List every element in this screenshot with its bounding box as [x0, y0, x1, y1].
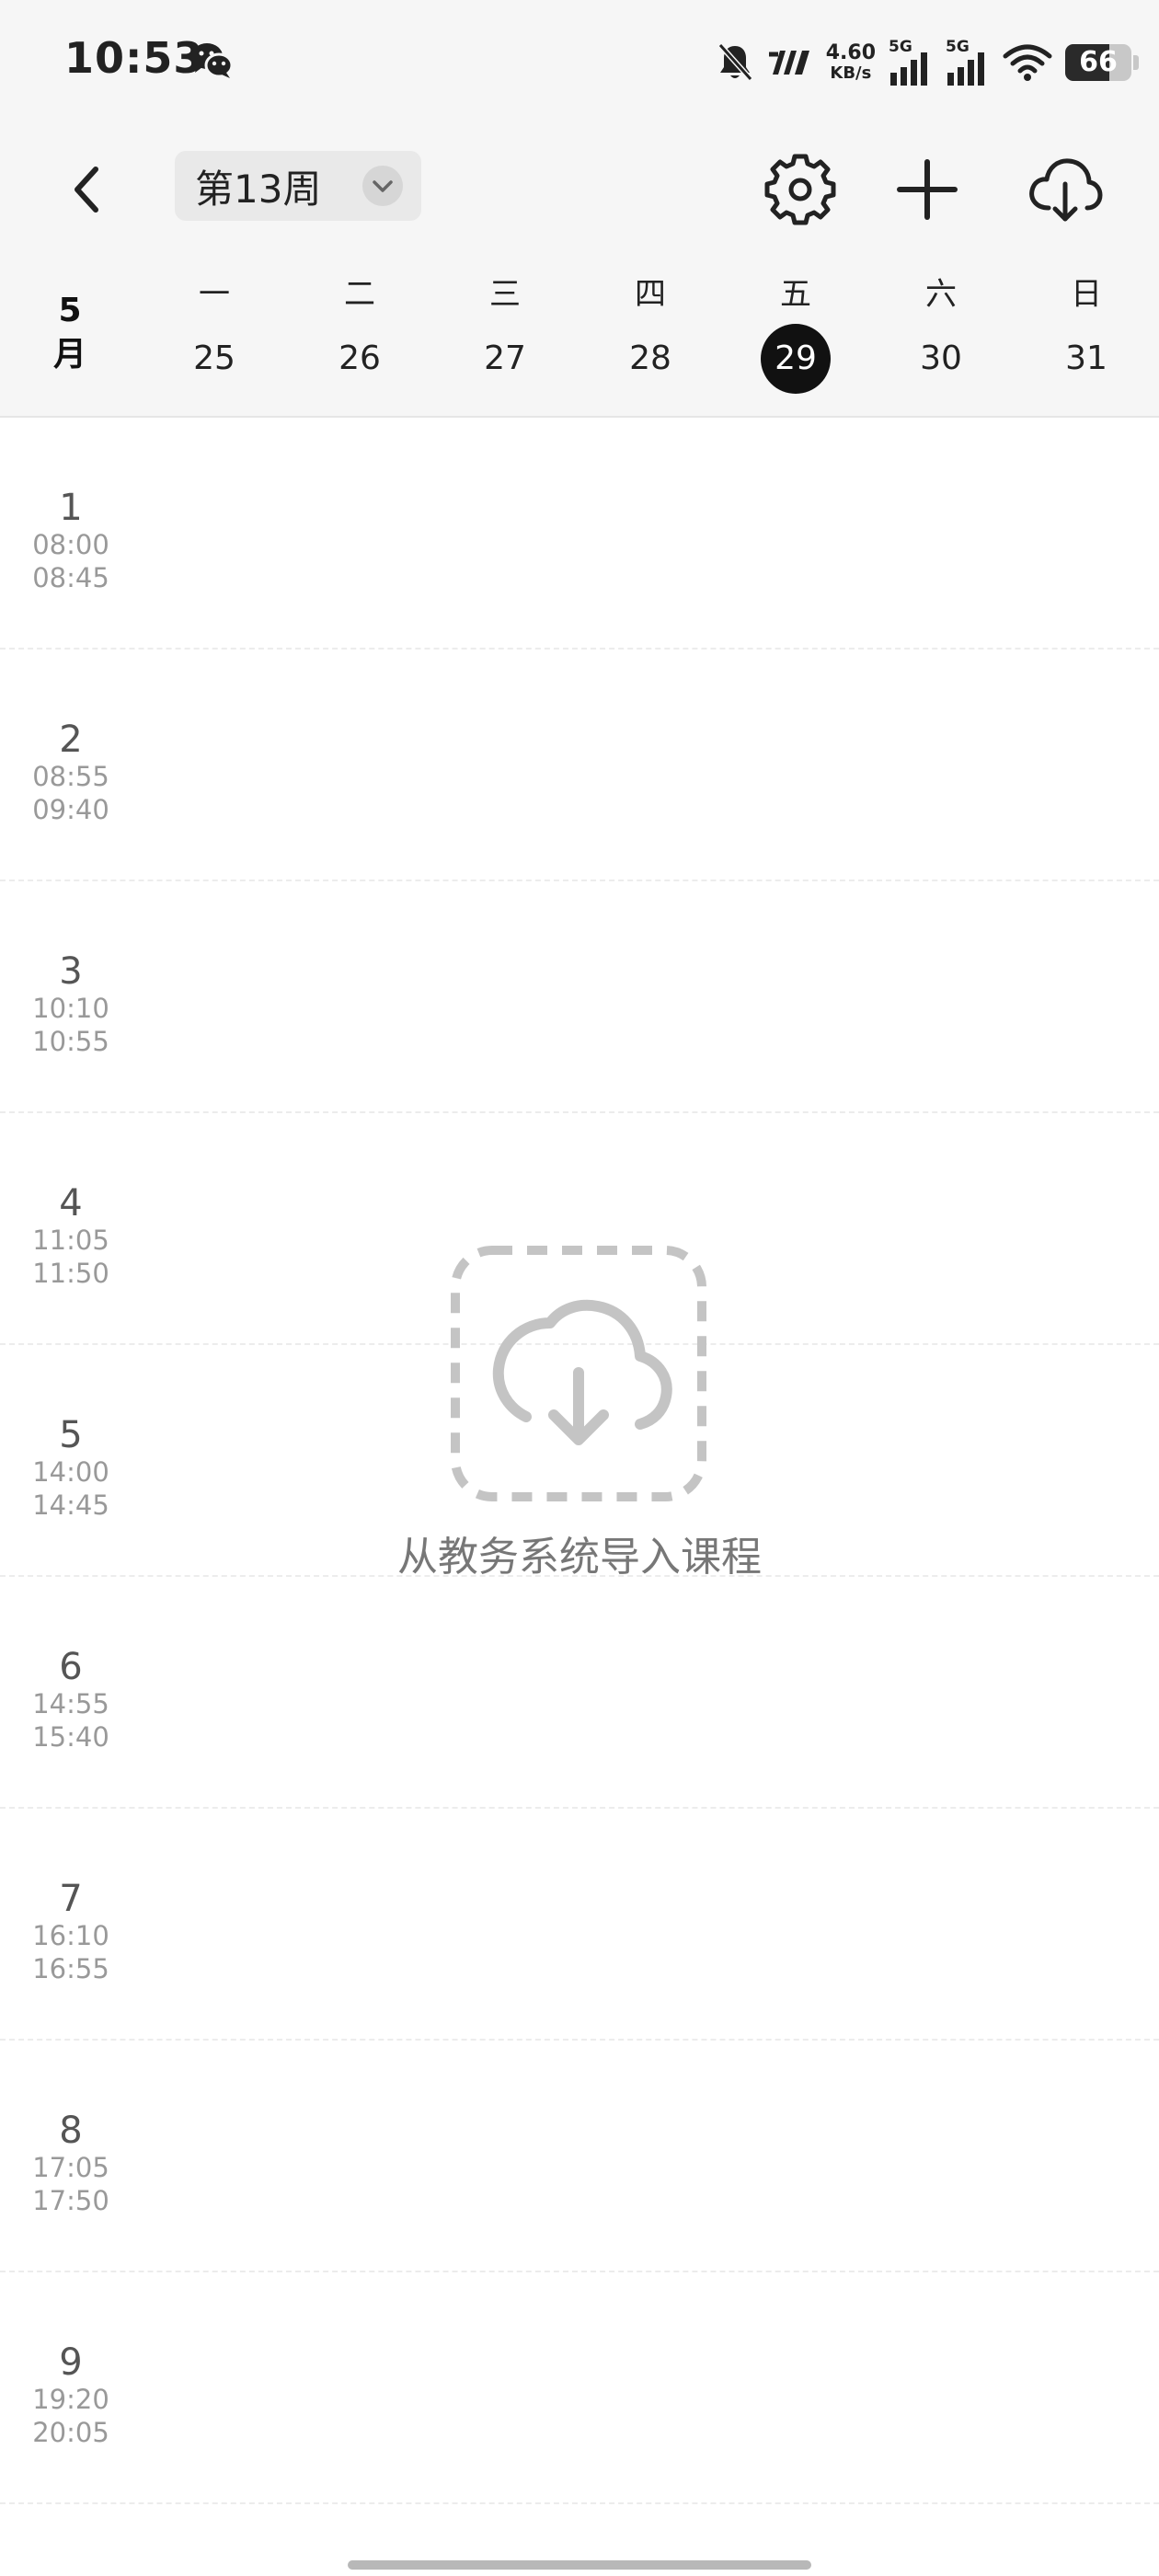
- plus-icon[interactable]: [889, 151, 966, 228]
- day-column-sat[interactable]: 六 30: [890, 267, 992, 394]
- date-label: 28: [629, 339, 671, 377]
- period-label: 8 17:05 17:50: [17, 2110, 125, 2217]
- top-panel: 10:53 4.60 KB/s 5G 5G 66 第13周 5 月 一 25 二…: [0, 0, 1159, 418]
- net-speed: 4.60 KB/s: [826, 43, 876, 82]
- period-label: 6 14:55 15:40: [17, 1647, 125, 1754]
- home-indicator[interactable]: [348, 2560, 811, 2570]
- app-header: 第13周: [0, 138, 1159, 239]
- sim2-label: 5G: [946, 38, 970, 56]
- period-label: 3 10:10 10:55: [17, 951, 125, 1058]
- chevron-down-icon: [362, 166, 403, 206]
- period-row-8[interactable]: 8 17:05 17:50: [0, 2041, 1159, 2272]
- month-label: 5 月: [28, 289, 112, 377]
- cloud-download-icon[interactable]: [1027, 151, 1104, 228]
- day-column-thu[interactable]: 四 28: [600, 267, 701, 394]
- period-start: 08:55: [32, 761, 109, 792]
- sim1-signal: 5G: [889, 40, 933, 86]
- period-number: 4: [59, 1182, 83, 1225]
- period-number: 1: [59, 487, 83, 529]
- today-date-label: 29: [761, 324, 831, 394]
- period-number: 3: [59, 950, 83, 993]
- battery-level: 66: [1079, 46, 1118, 78]
- weekday-label: 二: [344, 276, 375, 313]
- period-start: 16:10: [32, 1920, 109, 1951]
- period-end: 10:55: [32, 1026, 109, 1057]
- weekday-label: 六: [925, 276, 957, 313]
- period-label: 7 16:10 16:55: [17, 1879, 125, 1985]
- month-number: 5: [58, 292, 82, 329]
- cloud-download-icon[interactable]: [451, 1246, 706, 1501]
- period-row-6[interactable]: 6 14:55 15:40: [0, 1577, 1159, 1809]
- date-label: 27: [484, 339, 526, 377]
- weekday-label: 日: [1071, 276, 1102, 313]
- period-row-7[interactable]: 7 16:10 16:55: [0, 1809, 1159, 2041]
- net-speed-unit: KB/s: [830, 63, 872, 83]
- battery-icon: 66: [1065, 44, 1131, 81]
- import-empty-state[interactable]: 从教务系统导入课程: [0, 1233, 1159, 1592]
- weekday-label: 三: [489, 276, 521, 313]
- week-selector[interactable]: 第13周: [175, 151, 421, 221]
- period-end: 20:05: [32, 2417, 109, 2448]
- period-end: 09:40: [32, 794, 109, 825]
- period-label: 1 08:00 08:45: [17, 488, 125, 594]
- gear-icon[interactable]: [762, 151, 839, 228]
- period-start: 14:55: [32, 1688, 109, 1719]
- period-start: 10:10: [32, 993, 109, 1024]
- date-label: 30: [920, 339, 962, 377]
- period-number: 9: [59, 2341, 83, 2384]
- weekday-label: 一: [199, 276, 230, 313]
- status-bar: 10:53 4.60 KB/s 5G 5G 66: [0, 0, 1159, 129]
- period-label: 2 08:55 09:40: [17, 719, 125, 826]
- wechat-icon: [191, 43, 234, 78]
- week-strip: 5 月 一 25 二 26 三 27 四 28 五 29 六 30 日 31: [0, 267, 1159, 396]
- date-label: 26: [339, 339, 381, 377]
- weekday-label: 五: [780, 276, 811, 313]
- status-time: 10:53: [64, 33, 204, 83]
- date-label: 25: [193, 339, 235, 377]
- wifi-icon: [1003, 44, 1052, 81]
- period-start: 08:00: [32, 529, 109, 560]
- sim2-signal: 5G: [946, 40, 990, 86]
- period-row-9[interactable]: 9 19:20 20:05: [0, 2272, 1159, 2504]
- period-number: 8: [59, 2110, 83, 2152]
- period-number: 6: [59, 1646, 83, 1688]
- back-icon[interactable]: [55, 156, 121, 223]
- weekday-label: 四: [635, 276, 666, 313]
- period-end: 17:50: [32, 2185, 109, 2216]
- month-unit: 月: [52, 336, 86, 374]
- period-start: 17:05: [32, 2152, 109, 2183]
- day-column-tue[interactable]: 二 26: [309, 267, 410, 394]
- battery-cap: [1133, 55, 1139, 70]
- status-icons: 4.60 KB/s 5G 5G 66: [716, 37, 1139, 88]
- import-courses-label[interactable]: 从教务系统导入课程: [0, 1524, 1159, 1582]
- day-column-sun[interactable]: 日 31: [1036, 267, 1137, 394]
- bell-off-icon: [717, 43, 752, 81]
- period-end: 16:55: [32, 1953, 109, 1984]
- period-number: 7: [59, 1878, 83, 1920]
- day-column-wed[interactable]: 三 27: [454, 267, 556, 394]
- period-label: 9 19:20 20:05: [17, 2342, 125, 2449]
- sim1-label: 5G: [889, 38, 912, 56]
- period-number: 2: [59, 719, 83, 761]
- period-end: 08:45: [32, 562, 109, 593]
- period-row-2[interactable]: 2 08:55 09:40: [0, 650, 1159, 881]
- day-column-mon[interactable]: 一 25: [164, 267, 265, 394]
- period-start: 19:20: [32, 2384, 109, 2415]
- net-speed-value: 4.60: [825, 41, 876, 64]
- period-end: 15:40: [32, 1721, 109, 1753]
- day-column-fri[interactable]: 五 29: [745, 267, 846, 394]
- period-row-3[interactable]: 3 10:10 10:55: [0, 881, 1159, 1113]
- week-label: 第13周: [195, 166, 322, 212]
- period-row-1[interactable]: 1 08:00 08:45: [0, 418, 1159, 650]
- date-label: 31: [1065, 339, 1107, 377]
- hd-icon: [768, 51, 809, 75]
